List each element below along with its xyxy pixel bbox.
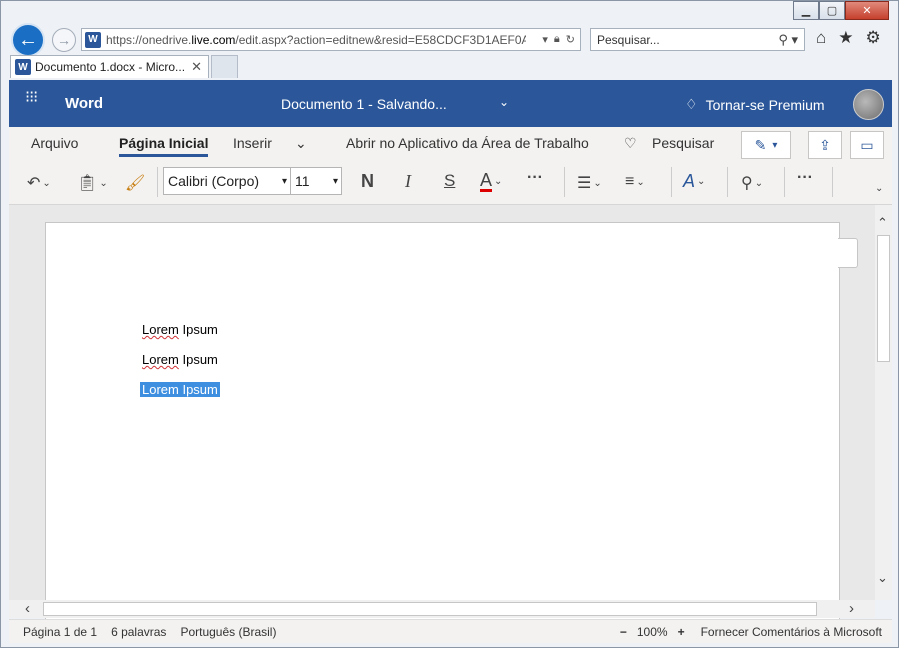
undo-button[interactable]: ↶ ⌄ <box>27 173 51 193</box>
browser-window: ▁ ▢ ✕ ← → W https://onedrive.live.com/ed… <box>0 0 899 648</box>
browser-tab[interactable]: W Documento 1.docx - Micro... ✕ <box>10 55 209 78</box>
new-tab-button[interactable] <box>211 55 238 78</box>
lock-icon[interactable]: 🔒︎ <box>554 33 560 46</box>
font-size-select[interactable]: 11 ▾ <box>290 167 342 195</box>
zoom-in-button[interactable]: + <box>678 625 685 639</box>
more-tabs-chevron-icon[interactable]: ⌄ <box>295 135 307 152</box>
ribbon: Arquivo Página Inicial Inserir ⌄ Abrir n… <box>9 127 892 205</box>
vertical-scrollbar[interactable]: ⌃ ⌄ <box>875 205 892 600</box>
diamond-icon: ♢ <box>685 96 698 112</box>
find-button[interactable]: ⚲ ⌄ <box>741 173 763 193</box>
browser-search-input[interactable]: Pesquisar... ⚲ ▾ <box>590 28 805 51</box>
scroll-thumb[interactable] <box>43 602 817 616</box>
pencil-icon: ✎ <box>754 136 767 153</box>
close-window-button[interactable]: ✕ <box>845 1 889 20</box>
word-favicon-icon: W <box>15 59 31 75</box>
feedback-link[interactable]: Fornecer Comentários à Microsoft <box>701 625 882 639</box>
language[interactable]: Português (Brasil) <box>180 625 276 639</box>
tab-pagina-inicial[interactable]: Página Inicial <box>119 135 209 157</box>
chevron-down-icon[interactable]: ⌄ <box>499 95 509 109</box>
document-page[interactable]: Lorem Ipsum Lorem Ipsum Lorem Ipsum <box>45 222 840 622</box>
bold-button[interactable]: N <box>361 171 374 192</box>
align-icon: ≡ <box>625 173 635 190</box>
refresh-icon[interactable]: ↻ <box>566 33 575 46</box>
tab-close-icon[interactable]: ✕ <box>191 59 202 75</box>
scroll-up-icon[interactable]: ⌃ <box>877 215 888 231</box>
gear-icon[interactable]: ⚙ <box>866 28 881 48</box>
clipboard-icon: 📋︎ <box>77 175 98 192</box>
selected-paragraph[interactable]: Lorem Ipsum <box>140 382 220 397</box>
chevron-down-icon: ▾ <box>281 175 287 187</box>
undo-icon: ↶ <box>27 175 41 192</box>
more-options-icon[interactable]: ··· <box>797 169 813 187</box>
address-url[interactable]: https://onedrive.live.com/edit.aspx?acti… <box>106 33 526 47</box>
expand-ribbon-chevron-icon[interactable]: ⌄ <box>875 183 883 194</box>
paragraph[interactable]: Lorem Ipsum <box>142 322 218 337</box>
font-color-button[interactable]: A ⌄ <box>480 171 502 192</box>
open-desktop-app[interactable]: Abrir no Aplicativo da Área de Trabalho <box>346 135 589 151</box>
search-icon: ⚲ <box>741 175 753 192</box>
tab-inserir[interactable]: Inserir <box>233 135 272 151</box>
address-bar[interactable]: W https://onedrive.live.com/edit.aspx?ac… <box>81 28 581 51</box>
scroll-thumb[interactable] <box>877 235 890 362</box>
bullets-button[interactable]: ☰ ⌄ <box>577 173 602 193</box>
share-button[interactable]: ⇪ <box>808 131 842 159</box>
status-bar: Página 1 de 1 6 palavras Português (Bras… <box>9 619 892 643</box>
zoom-level[interactable]: 100% <box>637 625 668 639</box>
format-painter-icon[interactable]: 🖌︎ <box>125 173 145 193</box>
app-name[interactable]: Word <box>65 95 103 112</box>
paste-button[interactable]: 📋︎ ⌄ <box>77 173 108 193</box>
document-title[interactable]: Documento 1 - Salvando... <box>281 96 447 112</box>
dropdown-icon[interactable]: ▾ <box>542 33 548 46</box>
ribbon-search[interactable]: Pesquisar <box>652 135 714 151</box>
zoom-out-button[interactable]: − <box>620 625 627 639</box>
lightbulb-icon[interactable]: ♡ <box>624 135 637 152</box>
word-count[interactable]: 6 palavras <box>111 625 166 639</box>
comment-icon: ▭ <box>860 136 874 153</box>
scroll-right-icon[interactable]: › <box>849 600 854 617</box>
italic-button[interactable]: I <box>405 171 411 192</box>
chevron-down-icon: ▾ <box>332 175 338 187</box>
tab-arquivo[interactable]: Arquivo <box>31 135 78 151</box>
favorites-star-icon[interactable]: ★ <box>838 28 853 48</box>
page-count: Página 1 de 1 <box>23 624 98 639</box>
comments-button[interactable]: ▭ <box>850 131 884 159</box>
premium-button[interactable]: ♢ Tornar-se Premium <box>685 96 825 113</box>
font-family-select[interactable]: Calibri (Corpo) ▾ <box>163 167 291 195</box>
more-formatting-icon[interactable]: ··· <box>527 169 543 187</box>
word-app-bar: ⁝⁝⁝ Word Documento 1 - Salvando... ⌄ ♢ T… <box>9 80 892 127</box>
comment-margin-tab[interactable] <box>838 238 858 268</box>
chevron-down-icon: ▾ <box>772 139 778 151</box>
styles-button[interactable]: A ⌄ <box>683 171 705 192</box>
home-icon[interactable]: ⌂ <box>816 28 826 48</box>
maximize-button[interactable]: ▢ <box>819 1 845 20</box>
bullet-list-icon: ☰ <box>577 175 592 192</box>
word-favicon-icon: W <box>85 31 101 48</box>
document-canvas: Lorem Ipsum Lorem Ipsum Lorem Ipsum <box>9 205 875 622</box>
horizontal-scrollbar[interactable]: ‹ › <box>9 600 875 618</box>
minimize-button[interactable]: ▁ <box>793 1 819 20</box>
scroll-down-icon[interactable]: ⌄ <box>877 570 888 586</box>
editing-mode-button[interactable]: ✎ ▾ <box>741 131 791 159</box>
app-launcher-icon[interactable]: ⁝⁝⁝ <box>25 90 38 106</box>
share-icon: ⇪ <box>819 136 831 153</box>
search-icon[interactable]: ⚲ ▾ <box>778 32 798 48</box>
paragraph[interactable]: Lorem Ipsum <box>142 352 218 367</box>
underline-button[interactable]: S <box>444 171 455 191</box>
window-controls: ▁ ▢ ✕ <box>793 1 889 21</box>
align-button[interactable]: ≡ ⌄ <box>625 173 645 191</box>
scroll-left-icon[interactable]: ‹ <box>25 600 30 617</box>
avatar[interactable] <box>853 89 884 120</box>
forward-arrow-icon[interactable]: → <box>52 28 76 52</box>
back-arrow-icon[interactable]: ← <box>11 23 45 57</box>
